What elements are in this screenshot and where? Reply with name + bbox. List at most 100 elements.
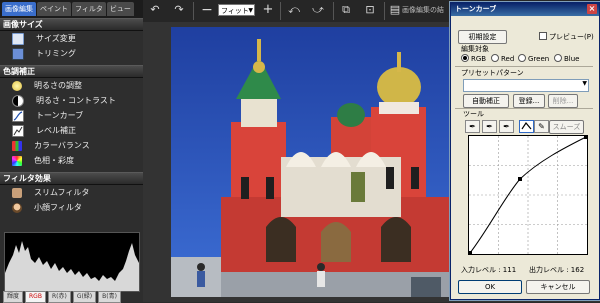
radio-rgb[interactable]: RGB bbox=[461, 54, 487, 63]
tone-curve-dialog: トーンカーブ × 初期設定 プレビュー(P) 編集対象 RGB Red Gree… bbox=[450, 2, 600, 300]
menu-item-brightness-contrast[interactable]: 明るさ・コントラスト bbox=[0, 93, 143, 108]
contrast-icon bbox=[12, 94, 24, 107]
menu-item-trimming[interactable]: トリミング bbox=[0, 46, 143, 61]
close-icon[interactable]: × bbox=[587, 4, 597, 14]
menu-item-label: トリミング bbox=[36, 49, 76, 58]
input-level-readout: 入力レベル : 111 bbox=[461, 266, 517, 274]
zoom-select[interactable]: フィット ▼ bbox=[218, 4, 255, 16]
radio-label: RGB bbox=[471, 55, 487, 63]
ok-button[interactable]: OK bbox=[458, 280, 522, 294]
divider bbox=[455, 66, 593, 67]
zoom-value: フィット bbox=[221, 7, 249, 15]
dialog-title: トーンカーブ bbox=[455, 5, 497, 13]
left-panel: 画像編集 ペイント フィルタ ビュー 画像サイズ サイズ変更 トリミング 色調補… bbox=[0, 0, 144, 303]
preview-label: プレビュー(P) bbox=[549, 33, 594, 41]
hist-rgb-button[interactable]: RGB bbox=[25, 291, 46, 303]
menu-item-label: 明るさの調整 bbox=[34, 81, 82, 90]
face-filter-icon bbox=[12, 202, 22, 213]
toolbar-title-text: 画像編集の結 bbox=[402, 6, 444, 14]
chevron-down-icon: ▼ bbox=[582, 80, 587, 87]
menu-item-hue-saturation[interactable]: 色相・彩度 bbox=[0, 153, 143, 168]
chevron-down-icon: ▼ bbox=[248, 7, 253, 14]
cancel-button[interactable]: キャンセル bbox=[526, 280, 590, 294]
section-filter-effects: フィルタ効果 bbox=[0, 172, 143, 185]
menu-item-color-balance[interactable]: カラーバランス bbox=[0, 138, 143, 153]
tone-curve-graph[interactable] bbox=[468, 135, 588, 255]
radio-icon bbox=[554, 54, 562, 62]
trim-icon bbox=[12, 47, 24, 60]
menu-item-slim-filter[interactable]: スリムフィルタ bbox=[0, 185, 143, 200]
church-photo bbox=[171, 27, 451, 297]
menu-item-label: カラーバランス bbox=[34, 141, 90, 150]
radio-label: Green bbox=[528, 55, 550, 63]
register-button[interactable]: 登録... bbox=[513, 94, 545, 108]
redo-button[interactable]: ↷ bbox=[171, 3, 187, 17]
zoom-in-button[interactable]: + bbox=[260, 3, 276, 17]
delete-button[interactable]: 削除... bbox=[548, 94, 578, 108]
hist-red-button[interactable]: R(赤) bbox=[47, 291, 71, 303]
menu-item-label: レベル補正 bbox=[36, 126, 76, 135]
reset-button[interactable]: 初期設定 bbox=[458, 30, 507, 44]
tone-curve-grid bbox=[469, 136, 587, 254]
output-level-readout: 出力レベル : 162 bbox=[529, 266, 585, 274]
undo-button[interactable]: ↶ bbox=[147, 3, 163, 17]
menu-item-label: トーンカーブ bbox=[36, 111, 84, 120]
histogram-channel-buttons: 輝度 RGB R(赤) G(緑) B(青) bbox=[3, 291, 121, 303]
preset-select[interactable]: ▼ bbox=[463, 79, 589, 92]
rotate-left-button[interactable]: ⤺ bbox=[286, 3, 302, 17]
left-tabs: 画像編集 ペイント フィルタ ビュー bbox=[0, 0, 143, 18]
image-editor-app: 画像編集 ペイント フィルタ ビュー 画像サイズ サイズ変更 トリミング 色調補… bbox=[0, 0, 600, 303]
menu-item-brightness[interactable]: 明るさの調整 bbox=[0, 78, 143, 93]
tab-filter[interactable]: フィルタ bbox=[72, 2, 106, 16]
menu-item-label: スリムフィルタ bbox=[34, 188, 90, 197]
hist-blue-button[interactable]: B(青) bbox=[98, 291, 121, 303]
toolbar-separator bbox=[193, 2, 194, 20]
photo-canvas[interactable] bbox=[171, 27, 451, 297]
gray-eyedropper-icon[interactable]: ✒ bbox=[482, 120, 497, 133]
menu-item-label: 小顔フィルタ bbox=[34, 203, 82, 212]
smooth-button[interactable]: スムーズ bbox=[549, 120, 584, 134]
tab-paint[interactable]: ペイント bbox=[37, 2, 71, 16]
toolbar-separator bbox=[280, 2, 281, 20]
white-eyedropper-icon[interactable]: ✒ bbox=[499, 120, 514, 133]
rotate-right-button[interactable]: ⤻ bbox=[310, 3, 326, 17]
menu-item-small-face-filter[interactable]: 小顔フィルタ bbox=[0, 200, 143, 215]
radio-icon bbox=[518, 54, 526, 62]
save-icon[interactable]: ▤ bbox=[387, 3, 403, 17]
menu-item-label: 明るさ・コントラスト bbox=[36, 96, 116, 105]
resize-icon bbox=[12, 32, 24, 45]
menu-item-levels[interactable]: レベル補正 bbox=[0, 123, 143, 138]
radio-green[interactable]: Green bbox=[518, 54, 550, 63]
preview-checkbox[interactable]: プレビュー(P) bbox=[539, 32, 594, 42]
dialog-title-bar: トーンカーブ × bbox=[451, 3, 599, 16]
preset-label: プリセットパターン bbox=[461, 69, 524, 77]
zoom-out-button[interactable]: − bbox=[199, 3, 215, 17]
hist-green-button[interactable]: G(緑) bbox=[72, 291, 97, 303]
radio-label: Red bbox=[501, 55, 515, 63]
radio-red[interactable]: Red bbox=[491, 54, 515, 63]
black-eyedropper-icon[interactable]: ✒ bbox=[465, 120, 480, 133]
section-color-correction: 色調補正 bbox=[0, 65, 143, 78]
menu-item-resize[interactable]: サイズ変更 bbox=[0, 31, 143, 46]
tab-view[interactable]: ビュー bbox=[106, 2, 134, 16]
radio-icon bbox=[461, 54, 469, 62]
radio-blue[interactable]: Blue bbox=[554, 54, 580, 63]
menu-item-tone-curve[interactable]: トーンカーブ bbox=[0, 108, 143, 123]
curve-tool-icon[interactable] bbox=[519, 120, 534, 133]
toolbar-separator bbox=[384, 2, 385, 20]
bulb-icon bbox=[12, 80, 22, 91]
section-image-size: 画像サイズ bbox=[0, 18, 143, 31]
pencil-icon[interactable]: ✎ bbox=[534, 120, 549, 133]
tab-image-edit[interactable]: 画像編集 bbox=[2, 2, 36, 16]
hue-icon bbox=[12, 155, 22, 166]
auto-correct-button[interactable]: 自動補正 bbox=[463, 94, 509, 108]
toolbar-separator bbox=[333, 2, 334, 20]
edit-target-label: 編集対象 bbox=[461, 45, 489, 53]
actual-size-button[interactable]: ⊡ bbox=[362, 3, 378, 17]
checkbox-icon bbox=[539, 32, 547, 40]
tone-curve-icon bbox=[12, 109, 24, 122]
histogram bbox=[4, 232, 140, 292]
menu-item-label: 色相・彩度 bbox=[34, 156, 74, 165]
hist-luminance-button[interactable]: 輝度 bbox=[3, 291, 24, 303]
fit-window-button[interactable]: ⧉ bbox=[338, 3, 354, 17]
